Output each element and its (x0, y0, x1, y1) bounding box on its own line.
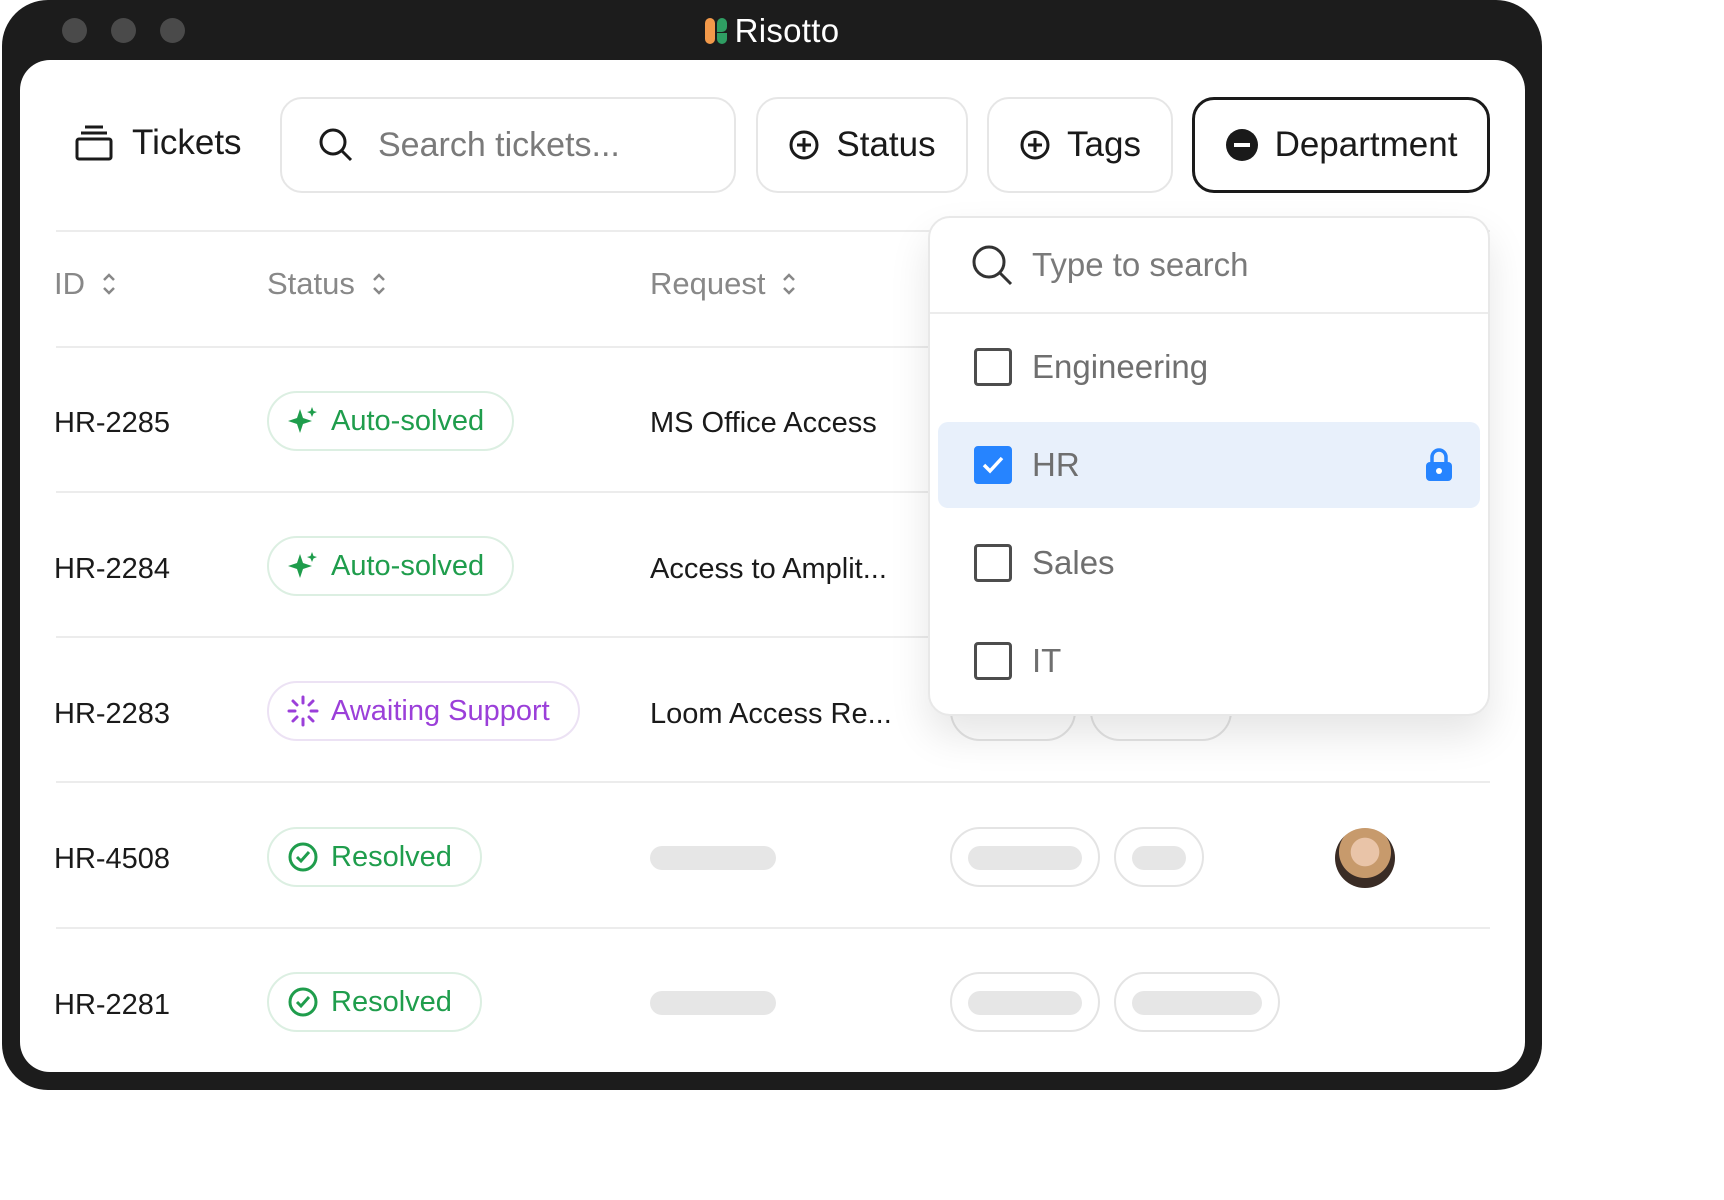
tags-filter-label: Tags (1067, 125, 1141, 164)
column-header-status-label: Status (267, 266, 355, 301)
department-dropdown: Engineering HR Sales IT (928, 216, 1490, 716)
search-tickets[interactable] (280, 97, 736, 193)
dropdown-search[interactable] (930, 218, 1488, 314)
tag-pill-placeholder (1114, 827, 1204, 887)
tickets-stack-icon (75, 125, 113, 161)
app-window: Risotto Tickets Status (2, 0, 1542, 1090)
department-filter-label: Department (1274, 125, 1458, 164)
option-label: Engineering (1032, 348, 1209, 385)
checkbox[interactable] (974, 348, 1012, 386)
checkbox[interactable] (974, 544, 1012, 582)
tag-pill-placeholder (1114, 972, 1280, 1032)
department-option-engineering[interactable]: Engineering (938, 324, 1480, 410)
ticket-id: HR-2285 (54, 407, 171, 439)
checkbox[interactable] (974, 642, 1012, 680)
risotto-logo-icon (704, 18, 727, 44)
department-filter-button[interactable]: Department (1192, 97, 1490, 193)
minus-circle-icon (1225, 129, 1258, 161)
check-circle-icon (288, 842, 318, 872)
lock-icon (1426, 448, 1452, 481)
search-icon (972, 245, 1013, 286)
status-badge: Auto-solved (267, 536, 515, 596)
department-option-it[interactable]: IT (938, 618, 1480, 704)
plus-circle-icon (789, 130, 819, 160)
sort-icon (783, 273, 796, 295)
column-header-request[interactable]: Request (650, 266, 797, 302)
row-divider (56, 927, 1490, 929)
window-title-bar: Risotto (2, 8, 1542, 54)
main-screen: Tickets Status Tags Department (20, 60, 1525, 1072)
column-header-id[interactable]: ID (54, 266, 117, 302)
status-badge: Awaiting Support (267, 681, 580, 741)
status-filter-button[interactable]: Status (756, 97, 968, 193)
status-filter-label: Status (836, 125, 936, 164)
request-title: Loom Access Re... (650, 698, 892, 730)
status-badge-label: Resolved (331, 840, 452, 873)
tag-skeleton (1132, 991, 1262, 1015)
option-label: HR (1032, 446, 1080, 483)
status-badge-label: Resolved (331, 985, 452, 1018)
column-header-status[interactable]: Status (267, 266, 387, 302)
tag-pill-placeholder (950, 827, 1100, 887)
column-header-id-label: ID (54, 266, 85, 301)
status-badge: Resolved (267, 972, 482, 1032)
request-title: Access to Amplit... (650, 553, 887, 585)
status-badge: Auto-solved (267, 391, 515, 451)
row-divider (56, 781, 1490, 783)
request-placeholder (650, 846, 776, 870)
request-title: MS Office Access (650, 407, 877, 439)
sort-icon (103, 273, 115, 295)
window-title: Risotto (734, 12, 840, 49)
search-icon (319, 128, 353, 162)
search-input[interactable] (378, 125, 678, 165)
check-circle-icon (288, 987, 318, 1017)
page-title: Tickets (74, 118, 242, 168)
tags-filter-button[interactable]: Tags (987, 97, 1173, 193)
status-badge-label: Awaiting Support (331, 694, 550, 727)
loading-spinner-icon (287, 695, 319, 727)
tag-pill-placeholder (950, 972, 1100, 1032)
tag-skeleton (968, 846, 1082, 870)
department-option-hr[interactable]: HR (938, 422, 1480, 508)
option-label: Sales (1032, 544, 1115, 581)
assignee-avatar[interactable] (1335, 828, 1395, 888)
sparkle-icon (288, 552, 317, 578)
status-badge-label: Auto-solved (331, 404, 485, 437)
tag-skeleton (1132, 846, 1186, 870)
column-header-request-label: Request (650, 266, 766, 301)
checkmark-icon (982, 456, 1004, 474)
ticket-id: HR-2284 (54, 553, 171, 585)
ticket-id: HR-4508 (54, 843, 171, 875)
sparkle-icon (288, 407, 317, 433)
status-badge-label: Auto-solved (331, 549, 485, 582)
dropdown-search-input[interactable] (1032, 246, 1452, 284)
request-placeholder (650, 991, 776, 1015)
department-option-sales[interactable]: Sales (938, 520, 1480, 606)
status-badge: Resolved (267, 827, 482, 887)
sort-icon (373, 273, 385, 295)
tag-skeleton (968, 991, 1082, 1015)
plus-circle-icon (1020, 130, 1050, 160)
page-title-label: Tickets (132, 123, 242, 162)
ticket-id: HR-2283 (54, 698, 171, 730)
checkbox-checked[interactable] (974, 446, 1012, 484)
ticket-id: HR-2281 (54, 989, 171, 1021)
option-label: IT (1032, 642, 1062, 679)
